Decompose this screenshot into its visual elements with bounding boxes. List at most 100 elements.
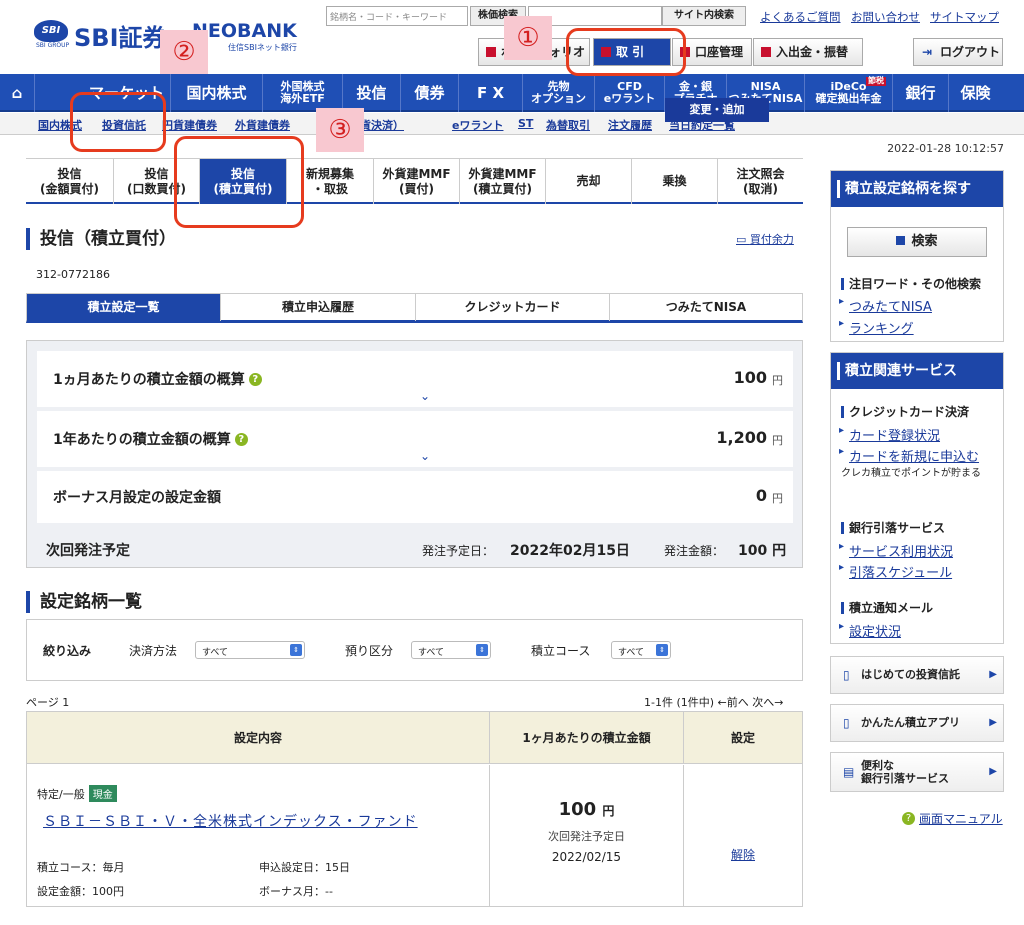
nav-fx[interactable]: F X (458, 74, 522, 112)
sbi-logo-mark[interactable]: SBI (34, 20, 68, 42)
subtab-history[interactable]: 積立申込履歴 (220, 294, 415, 321)
buying-power-link[interactable]: ▭ 買付余力 (736, 231, 794, 247)
course-select[interactable]: すべて ⇕ (611, 641, 671, 659)
annotation-number-1: ① (504, 16, 552, 60)
promo-app[interactable]: ▯ かんたん積立アプリ ▶ (830, 704, 1004, 742)
search-panel-title: 積立設定銘柄を探す (831, 171, 1003, 207)
next-date-value: 2022年02月15日 (510, 543, 630, 559)
nav-insurance[interactable]: 保険 (948, 74, 1002, 112)
nav-domestic-stock[interactable]: 国内株式 (170, 74, 262, 112)
nav-foreign-stock[interactable]: 外国株式 海外ETF (262, 74, 342, 112)
link-schedule[interactable]: 引落スケジュール (839, 562, 952, 581)
annotation-box-3 (174, 136, 304, 228)
fund-link[interactable]: ＳＢＩ－ＳＢＩ・Ｖ・全米株式インデックス・ファンド (43, 811, 418, 831)
datetime: 2022-01-28 10:12:57 (887, 142, 1004, 155)
home-icon[interactable]: ⌂ (0, 74, 34, 112)
tab-switch[interactable]: 乗換 (631, 159, 717, 204)
account-type: 特定/一般 (37, 788, 85, 801)
monthly-row: 1ヵ月あたりの積立金額の概算? 100 円 ⌄ (37, 351, 793, 407)
search-input[interactable]: 銘柄名・コード・キーワード (326, 6, 468, 26)
nav-bond[interactable]: 債券 (400, 74, 458, 112)
chevron-down-icon[interactable]: ⌄ (420, 389, 430, 403)
nav-bank[interactable]: 銀行 (892, 74, 948, 112)
yearly-row: 1年あたりの積立金額の概算? 1,200 円 ⌄ (37, 411, 793, 467)
chevron-right-icon: ▶ (989, 669, 997, 680)
sbi-logo-text[interactable]: SBI証券 (74, 18, 167, 53)
monthly-label: 1ヵ月あたりの積立金額の概算 (53, 372, 245, 388)
manual-link[interactable]: ? 画面マニュアル (902, 810, 1003, 827)
subnav-st[interactable]: ST (518, 117, 533, 130)
tab-mmf-buy[interactable]: 外貨建MMF (買付) (373, 159, 459, 204)
search-box-panel: 積立設定銘柄を探す 検索 注目ワード・その他検索 つみたてNISA ランキング (830, 170, 1004, 342)
help-icon[interactable]: ? (248, 373, 262, 386)
site-search-button[interactable]: サイト内検索 (662, 6, 746, 26)
subnav-foreign-bond[interactable]: 外貨建債券 (235, 117, 290, 133)
header-monthly: 1ヶ月あたりの積立金額 (490, 712, 684, 764)
table-row: 特定/一般 現金 ＳＢＩ－ＳＢＩ・Ｖ・全米株式インデックス・ファンド 積立コース：… (27, 765, 490, 907)
subtab-tsumitate-nisa[interactable]: つみたてNISA (609, 294, 802, 321)
link-tsumitate-nisa[interactable]: つみたてNISA (839, 296, 932, 315)
tab-mmf-accumulation[interactable]: 外貨建MMF (積立買付) (459, 159, 545, 204)
nav-fund[interactable]: 投信 (342, 74, 400, 112)
bank-title: 銀行引落サービス (839, 519, 945, 536)
annotation-box-1 (566, 28, 686, 76)
card-title: クレジットカード決済 (839, 403, 969, 420)
chevron-down-icon[interactable]: ⌄ (420, 449, 430, 463)
header-content: 設定内容 (27, 712, 490, 764)
phone-icon: ▯ (843, 715, 850, 730)
pager[interactable]: 1-1件 (1件中) ←前へ 次へ→ (644, 694, 783, 710)
payment-label: 決済方法 (129, 644, 178, 658)
neobank-sub: 住信SBIネット銀行 (228, 43, 297, 52)
nav-ideco[interactable]: iDeCo 確定拠出年金 節税 (804, 74, 892, 112)
help-icon[interactable]: ? (234, 433, 248, 446)
page-number: ページ 1 (26, 696, 70, 709)
link-service-status[interactable]: サービス利用状況 (839, 541, 953, 560)
link-card-apply[interactable]: カードを新規に申込む (839, 446, 979, 465)
sitemap-link[interactable]: サイトマップ (930, 9, 999, 25)
deposit-label: 預り区分 (345, 644, 394, 658)
tab-sell[interactable]: 売却 (545, 159, 631, 204)
link-ranking[interactable]: ランキング (839, 318, 914, 337)
subnav-yen-bond[interactable]: 円貨建債券 (162, 117, 217, 133)
monthly-value: 100 (733, 368, 767, 387)
deposit-select[interactable]: すべて ⇕ (411, 641, 491, 659)
subtab-credit-card[interactable]: クレジットカード (415, 294, 609, 321)
yearly-unit: 円 (772, 434, 783, 447)
subnav-forex[interactable]: 為替取引 (546, 117, 590, 133)
nav-futures[interactable]: 先物 オプション (522, 74, 594, 112)
subnav-order-history[interactable]: 注文履歴 (608, 117, 652, 133)
nav-cfd[interactable]: CFD eワラント (594, 74, 664, 112)
amount-text: 設定金額：100円 (37, 885, 124, 898)
monthly-unit: 円 (772, 374, 783, 387)
subtab-settings-list[interactable]: 積立設定一覧 (27, 294, 220, 321)
select-arrow-icon: ⇕ (290, 644, 302, 656)
select-arrow-icon: ⇕ (656, 644, 668, 656)
tab-amount-buy[interactable]: 投信 (金額買付) (26, 159, 113, 204)
cancel-link[interactable]: 解除 (731, 846, 755, 863)
accumulation-subtabs: 積立設定一覧 積立申込履歴 クレジットカード つみたてNISA (26, 293, 803, 323)
settings-table: 設定内容 1ヶ月あたりの積立金額 設定 特定/一般 現金 ＳＢＩ－ＳＢＩ・Ｖ・全米… (26, 711, 803, 907)
link-card-status[interactable]: カード登録状況 (839, 425, 940, 444)
mail-title: 積立通知メール (839, 599, 933, 616)
settings-cell (684, 765, 802, 907)
subnav-ewarrant[interactable]: eワラント (452, 117, 503, 133)
service-panel: 積立関連サービス クレジットカード決済 カード登録状況 カードを新規に申込む ク… (830, 352, 1004, 644)
logout-icon: ⇥ (922, 45, 933, 59)
change-add-button[interactable]: 変更・追加 (665, 98, 769, 122)
deposit-transfer-button[interactable]: 入出金・振替 (753, 38, 863, 66)
promo-first-fund[interactable]: ▯ はじめての投資信託 ▶ (830, 656, 1004, 694)
monthly-cell: 100 円 次回発注予定日 2022/02/15 (490, 765, 684, 907)
arrow-icon (761, 47, 771, 57)
search-button[interactable]: 検索 (847, 227, 987, 257)
promo-bank-debit[interactable]: ▤ 便利な 銀行引落サービス ▶ (830, 752, 1004, 792)
bonus-text: ボーナス月：-- (259, 885, 333, 898)
logout-button[interactable]: ⇥ ログアウト (913, 38, 1003, 66)
contact-link[interactable]: お問い合わせ (851, 9, 920, 25)
chevron-right-icon: ▶ (989, 717, 997, 728)
tab-order-inquiry[interactable]: 注文照会 (取消) (717, 159, 803, 204)
faq-link[interactable]: よくあるご質問 (760, 9, 841, 25)
link-mail-status[interactable]: 設定状況 (839, 621, 901, 640)
accumulation-summary: 1ヵ月あたりの積立金額の概算? 100 円 ⌄ 1年あたりの積立金額の概算? 1… (26, 340, 803, 568)
arrow-icon (486, 47, 496, 57)
payment-select[interactable]: すべて ⇕ (195, 641, 305, 659)
